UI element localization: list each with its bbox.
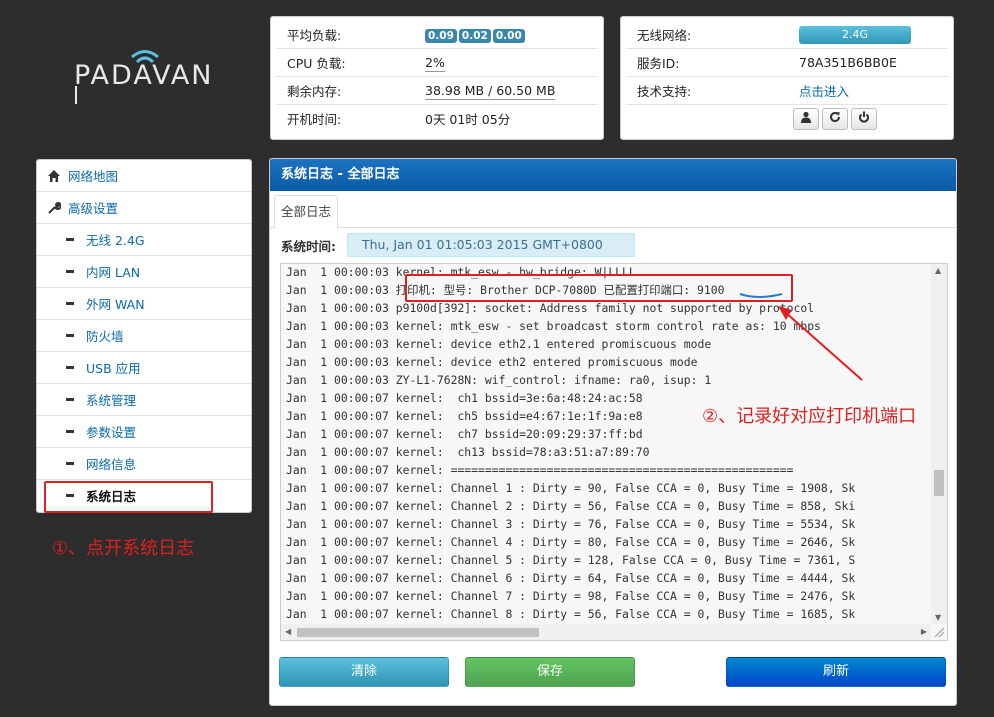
- dash-icon: [66, 270, 74, 273]
- user-icon: [801, 111, 811, 123]
- dash-icon: [66, 238, 74, 241]
- sidebar-item-label: USB 应用: [86, 361, 141, 376]
- user-button[interactable]: [793, 107, 819, 130]
- sidebar-item-advanced[interactable]: 高级设置: [37, 192, 251, 224]
- log-line: Jan 1 00:00:07 kernel: Channel 7 : Dirty…: [286, 589, 856, 603]
- vertical-scrollbar[interactable]: ▲ ▼: [931, 264, 947, 624]
- reboot-button[interactable]: [822, 107, 848, 130]
- scroll-down-icon[interactable]: ▼: [935, 613, 941, 622]
- sidebar-nav: 网络地图 高级设置 无线 2.4G 内网 LAN 外网 WAN 防火墙 USB …: [36, 159, 252, 513]
- uptime-label: 开机时间:: [287, 112, 342, 127]
- save-button[interactable]: 保存: [465, 657, 635, 687]
- logo-text: PADAVAN: [74, 60, 214, 91]
- uptime-row: 开机时间: 0天 01时 05分: [276, 105, 598, 132]
- service-id-row: 服务ID: 78A351B6BB0E: [626, 49, 948, 77]
- free-memory-row: 剩余内存: 38.98 MB / 60.50 MB: [276, 77, 598, 105]
- sidebar-item-usb[interactable]: USB 应用: [37, 352, 251, 384]
- sidebar-item-firewall[interactable]: 防火墙: [37, 320, 251, 352]
- dash-icon: [66, 398, 74, 401]
- sidebar-item-network-info[interactable]: 网络信息: [37, 448, 251, 480]
- sidebar-item-label: 网络地图: [68, 169, 119, 184]
- log-line: Jan 1 00:00:07 kernel: Channel 2 : Dirty…: [286, 499, 856, 513]
- wifi-2g-button[interactable]: 2.4G: [799, 25, 911, 44]
- system-log-panel: 系统日志 - 全部日志 全部日志 系统时间: Thu, Jan 01 01:05…: [269, 158, 957, 706]
- load-15min-badge: 0.00: [492, 28, 525, 43]
- sidebar-item-label: 高级设置: [68, 201, 119, 216]
- load-5min-badge: 0.02: [458, 28, 491, 43]
- dash-icon: [66, 462, 74, 465]
- uptime-value: 0天 01时 05分: [425, 112, 511, 127]
- log-line: Jan 1 00:00:07 kernel: Channel 8 : Dirty…: [286, 607, 856, 621]
- sidebar-item-wan[interactable]: 外网 WAN: [37, 288, 251, 320]
- annotation-step-2: ②、记录好对应打印机端口: [702, 406, 917, 427]
- cpu-load-value[interactable]: 2%: [425, 55, 445, 72]
- scroll-up-icon[interactable]: ▲: [935, 266, 941, 275]
- page-title: 系统日志 - 全部日志: [270, 159, 956, 191]
- horizontal-scrollbar[interactable]: ◀ ▶: [281, 624, 931, 640]
- wireless-label: 无线网络:: [637, 28, 692, 43]
- system-time-value: Thu, Jan 01 01:05:03 2015 GMT+0800: [347, 233, 635, 257]
- home-icon: [48, 169, 60, 182]
- wireless-panel: 无线网络: 2.4G 服务ID: 78A351B6BB0E 技术支持: 点击进入: [620, 16, 954, 140]
- sidebar-item-label: 网络信息: [86, 457, 137, 472]
- dash-icon: [66, 430, 74, 433]
- support-link[interactable]: 点击进入: [799, 84, 849, 99]
- free-memory-value[interactable]: 38.98 MB / 60.50 MB: [425, 83, 556, 100]
- dash-icon: [66, 302, 74, 305]
- refresh-button[interactable]: 刷新: [726, 657, 946, 687]
- power-icon: [859, 111, 869, 123]
- tab-all-logs[interactable]: 全部日志: [274, 195, 338, 229]
- vertical-scroll-thumb[interactable]: [934, 470, 944, 496]
- log-line: Jan 1 00:00:07 kernel: Channel 5 : Dirty…: [286, 553, 856, 567]
- sidebar-item-label: 防火墙: [86, 329, 124, 344]
- refresh-icon: [830, 111, 841, 122]
- clear-button[interactable]: 清除: [279, 657, 449, 687]
- cpu-load-row: CPU 负载: 2%: [276, 49, 598, 77]
- sidebar-item-label: 内网 LAN: [86, 265, 141, 280]
- sidebar-item-administration[interactable]: 系统管理: [37, 384, 251, 416]
- sidebar-item-label: 参数设置: [86, 425, 137, 440]
- cpu-load-label: CPU 负载:: [287, 56, 346, 71]
- log-line: Jan 1 00:00:07 kernel: =================…: [286, 463, 794, 477]
- log-line: Jan 1 00:00:07 kernel: ch13 bssid=78:a3:…: [286, 445, 650, 459]
- dash-icon: [66, 366, 74, 369]
- load-average-row: 平均负载: 0.09 0.02 0.00: [276, 21, 598, 49]
- annotation-step-1: ①、点开系统日志: [52, 538, 195, 559]
- support-row: 技术支持: 点击进入: [626, 77, 948, 105]
- status-panel: 平均负载: 0.09 0.02 0.00 CPU 负载: 2% 剩余内存: 38.9…: [270, 16, 604, 140]
- sidebar-item-label: 外网 WAN: [86, 297, 145, 312]
- sidebar-item-label: 系统管理: [86, 393, 137, 408]
- padavan-logo: PADAVAN: [60, 42, 240, 112]
- annotation-highlight-system-log: [44, 481, 213, 513]
- log-line: Jan 1 00:00:07 kernel: Channel 3 : Dirty…: [286, 517, 856, 531]
- service-id-value: 78A351B6BB0E: [799, 55, 897, 70]
- support-label: 技术支持:: [637, 84, 692, 99]
- horizontal-scroll-thumb[interactable]: [297, 628, 539, 637]
- tab-bar: 全部日志: [270, 191, 956, 229]
- wrench-icon: [48, 201, 61, 214]
- log-line: Jan 1 00:00:07 kernel: Channel 6 : Dirty…: [286, 571, 856, 585]
- load-1min-badge: 0.09: [425, 28, 457, 43]
- log-line: Jan 1 00:00:07 kernel: Channel 4 : Dirty…: [286, 535, 856, 549]
- resize-grip-icon[interactable]: [933, 626, 945, 638]
- sidebar-item-parameters[interactable]: 参数设置: [37, 416, 251, 448]
- power-button[interactable]: [851, 107, 877, 130]
- wireless-row: 无线网络: 2.4G: [626, 21, 948, 49]
- sidebar-item-lan[interactable]: 内网 LAN: [37, 256, 251, 288]
- load-average-label: 平均负载:: [287, 28, 342, 43]
- sidebar-item-label: 无线 2.4G: [86, 233, 145, 248]
- sidebar-item-wireless-2g[interactable]: 无线 2.4G: [37, 224, 251, 256]
- annotation-arrow-icon: [739, 293, 863, 381]
- scroll-left-icon[interactable]: ◀: [285, 627, 291, 636]
- service-id-label: 服务ID:: [637, 56, 680, 71]
- dash-icon: [66, 334, 74, 337]
- scroll-right-icon[interactable]: ▶: [921, 627, 927, 636]
- sidebar-item-network-map[interactable]: 网络地图: [37, 160, 251, 192]
- log-line: Jan 1 00:00:07 kernel: Channel 1 : Dirty…: [286, 481, 856, 495]
- action-buttons-row: [626, 105, 948, 132]
- free-memory-label: 剩余内存:: [287, 84, 342, 99]
- system-time-label: 系统时间:: [281, 238, 336, 254]
- system-time-row: 系统时间: Thu, Jan 01 01:05:03 2015 GMT+0800: [281, 233, 635, 257]
